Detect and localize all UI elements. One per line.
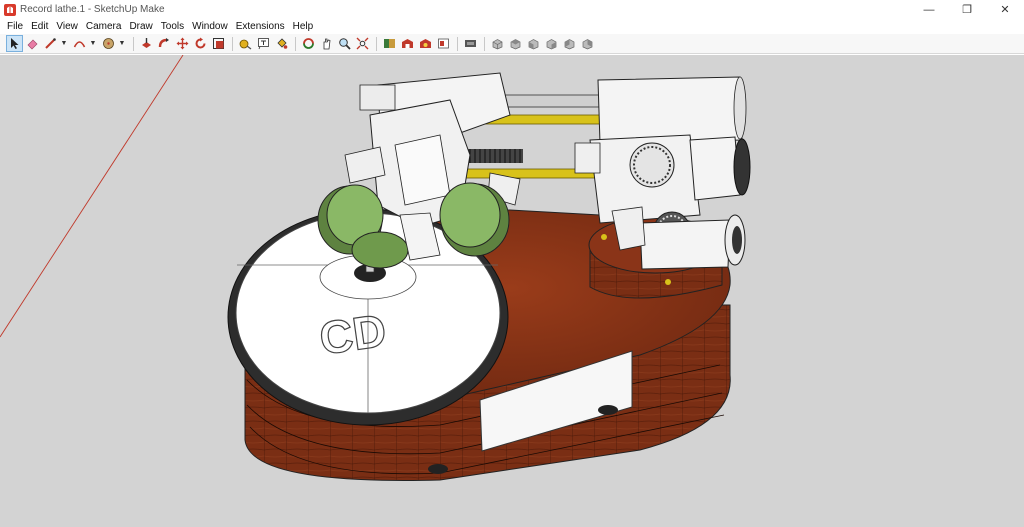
extension-warehouse-button[interactable]: [417, 35, 434, 52]
zoom-button[interactable]: [336, 35, 353, 52]
scale-tool-button[interactable]: [210, 35, 227, 52]
orbit-icon: [303, 38, 314, 49]
menu-edit[interactable]: Edit: [27, 19, 52, 34]
scale-tool-icon: [213, 38, 224, 49]
right-view-icon: [546, 39, 557, 50]
restore-button[interactable]: ❐: [948, 0, 986, 19]
right-view-button[interactable]: [543, 35, 560, 52]
toolbar-separator: [457, 36, 458, 51]
arc-tool-dropdown-icon[interactable]: ▼: [89, 35, 97, 52]
send-to-layout-icon: [465, 40, 476, 47]
iso-view-button[interactable]: [489, 35, 506, 52]
screw: [665, 279, 671, 285]
push-pull-tool-button[interactable]: [138, 35, 155, 52]
minimize-button[interactable]: —: [910, 0, 948, 19]
red-axis-line: [0, 55, 184, 338]
text-tool-icon: [258, 38, 269, 50]
zoom-extents-button[interactable]: [354, 35, 371, 52]
motor-cylinder: [689, 136, 741, 201]
line-tool-dropdown-icon[interactable]: ▼: [60, 35, 68, 52]
paint-bucket-button[interactable]: [273, 35, 290, 52]
lead-screw: [468, 149, 523, 163]
model-viewport[interactable]: CD: [0, 55, 1024, 527]
front-view-icon: [528, 39, 539, 50]
menu-file[interactable]: File: [3, 19, 27, 34]
shape-tool-button[interactable]: [100, 35, 117, 52]
paint-bucket-icon: [277, 38, 288, 49]
zoom-extents-icon: [356, 37, 369, 50]
left-view-icon: [582, 39, 593, 50]
close-button[interactable]: ✕: [986, 0, 1024, 19]
menu-view[interactable]: View: [52, 19, 82, 34]
menu-extensions[interactable]: Extensions: [232, 19, 289, 34]
shape-tool-icon: [103, 38, 114, 49]
front-view-button[interactable]: [525, 35, 542, 52]
select-tool-button[interactable]: [6, 35, 23, 52]
top-view-icon: [510, 39, 521, 50]
line-tool-button[interactable]: [42, 35, 59, 52]
window-controls: — ❐ ✕: [910, 0, 1024, 19]
steel-rod: [499, 94, 601, 108]
model-info-icon: [384, 39, 395, 48]
menu-help[interactable]: Help: [289, 19, 318, 34]
eraser-tool-icon: [27, 39, 38, 50]
gear: [629, 142, 675, 188]
layout-button[interactable]: [435, 35, 452, 52]
title-bar: Record lathe.1 - SketchUp Make — ❐ ✕: [0, 0, 1024, 19]
line-tool-icon: [45, 38, 56, 49]
sketchup-logo-icon: [4, 3, 16, 16]
center-green-gear: [351, 231, 409, 269]
arc-tool-icon: [73, 41, 86, 48]
menu-tools[interactable]: Tools: [157, 19, 188, 34]
tape-measure-button[interactable]: [237, 35, 254, 52]
menu-bar: File Edit View Camera Draw Tools Window …: [0, 19, 1024, 34]
lower-block: [639, 219, 731, 270]
move-tool-button[interactable]: [174, 35, 191, 52]
right-green-gear: [439, 182, 510, 257]
tape-measure-icon: [239, 39, 252, 50]
orbit-button[interactable]: [300, 35, 317, 52]
toolbar-separator: [133, 36, 134, 51]
text-tool-button[interactable]: [255, 35, 272, 52]
iso-view-icon: [492, 39, 503, 50]
left-view-button[interactable]: [579, 35, 596, 52]
pan-icon: [323, 38, 331, 50]
back-view-button[interactable]: [561, 35, 578, 52]
model-info-button[interactable]: [381, 35, 398, 52]
menu-camera[interactable]: Camera: [82, 19, 126, 34]
extension-warehouse-icon: [420, 39, 431, 48]
back-view-icon: [564, 39, 575, 50]
send-to-layout-button[interactable]: [462, 35, 479, 52]
toolbar-separator: [232, 36, 233, 51]
shape-tool-dropdown-icon[interactable]: ▼: [118, 35, 126, 52]
move-tool-icon: [176, 37, 189, 50]
menu-draw[interactable]: Draw: [125, 19, 156, 34]
menu-window[interactable]: Window: [188, 19, 232, 34]
pan-button[interactable]: [318, 35, 335, 52]
cd-label: CD: [316, 304, 389, 365]
rotate-tool-icon: [195, 37, 206, 49]
follow-me-tool-button[interactable]: [156, 35, 173, 52]
3d-warehouse-button[interactable]: [399, 35, 416, 52]
model-scene: CD: [0, 55, 751, 481]
arc-tool-button[interactable]: [71, 35, 88, 52]
rotate-tool-button[interactable]: [192, 35, 209, 52]
follow-me-tool-icon: [158, 38, 169, 48]
toolbar-separator: [376, 36, 377, 51]
zoom-icon: [339, 38, 351, 50]
toolbar-separator: [484, 36, 485, 51]
foot: [428, 464, 448, 474]
3d-warehouse-icon: [402, 39, 413, 48]
window-title: Record lathe.1 - SketchUp Make: [20, 4, 165, 15]
foot: [598, 405, 618, 415]
top-view-button[interactable]: [507, 35, 524, 52]
motor-housing: [597, 76, 743, 144]
push-pull-tool-icon: [142, 38, 151, 48]
layout-icon: [438, 38, 449, 49]
screw: [601, 234, 607, 240]
eraser-tool-button[interactable]: [24, 35, 41, 52]
toolbar-separator: [295, 36, 296, 51]
select-tool-icon: [11, 38, 19, 49]
main-toolbar: ▼ ▼ ▼: [0, 34, 1024, 54]
